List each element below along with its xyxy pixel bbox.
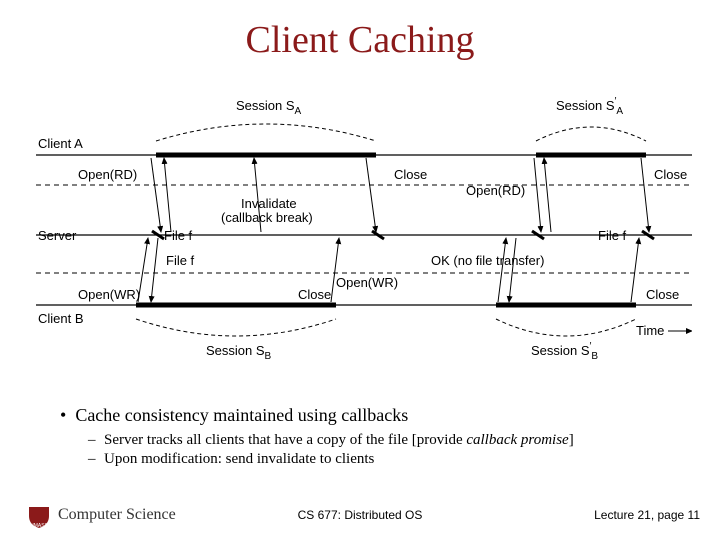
svg-text:Session SB: Session SB xyxy=(206,343,272,362)
page-number: Lecture 21, page 11 xyxy=(594,508,700,522)
svg-text:Session S′B: Session S′B xyxy=(531,341,598,362)
slide: Client Caching Client A Server Client B xyxy=(0,0,720,540)
label-client-b: Client B xyxy=(38,311,84,326)
bullet-sub-1: –Server tracks all clients that have a c… xyxy=(88,432,690,449)
invalidate-1: Invalidate xyxy=(241,196,297,211)
ok-no-transfer: OK (no file transfer) xyxy=(431,253,544,268)
label-server: Server xyxy=(38,228,77,243)
time-label: Time xyxy=(636,323,664,338)
session-sa-left: Session S xyxy=(236,98,295,113)
close-b2: Close xyxy=(646,287,679,302)
session-sa-right: Session S xyxy=(556,98,615,113)
svg-text:Session SA: Session SA xyxy=(236,98,302,117)
open-rd-a1: Open(RD) xyxy=(78,167,137,182)
invalidate-2: (callback break) xyxy=(221,210,313,225)
open-wr-b2: Open(WR) xyxy=(336,275,398,290)
bullet-list: • Cache consistency maintained using cal… xyxy=(60,405,690,470)
bullet-sub-2: –Upon modification: send invalidate to c… xyxy=(88,451,690,468)
session-sb-right: Session S xyxy=(531,343,590,358)
filef-2: File f xyxy=(166,253,195,268)
filef-1: File f xyxy=(164,228,193,243)
bullet-main: • Cache consistency maintained using cal… xyxy=(60,405,690,426)
open-wr-b1: Open(WR) xyxy=(78,287,140,302)
svg-text:Session S′A: Session S′A xyxy=(556,96,623,117)
open-rd-a2: Open(RD) xyxy=(466,183,525,198)
svg-text:UMASS: UMASS xyxy=(30,523,48,529)
filef-3: File f xyxy=(598,228,627,243)
close-a1: Close xyxy=(394,167,427,182)
label-client-a: Client A xyxy=(38,136,83,151)
timing-diagram: Client A Server Client B xyxy=(36,95,692,370)
session-sb-left: Session S xyxy=(206,343,265,358)
slide-title: Client Caching xyxy=(0,18,720,62)
close-b1: Close xyxy=(298,287,331,302)
close-a2: Close xyxy=(654,167,687,182)
